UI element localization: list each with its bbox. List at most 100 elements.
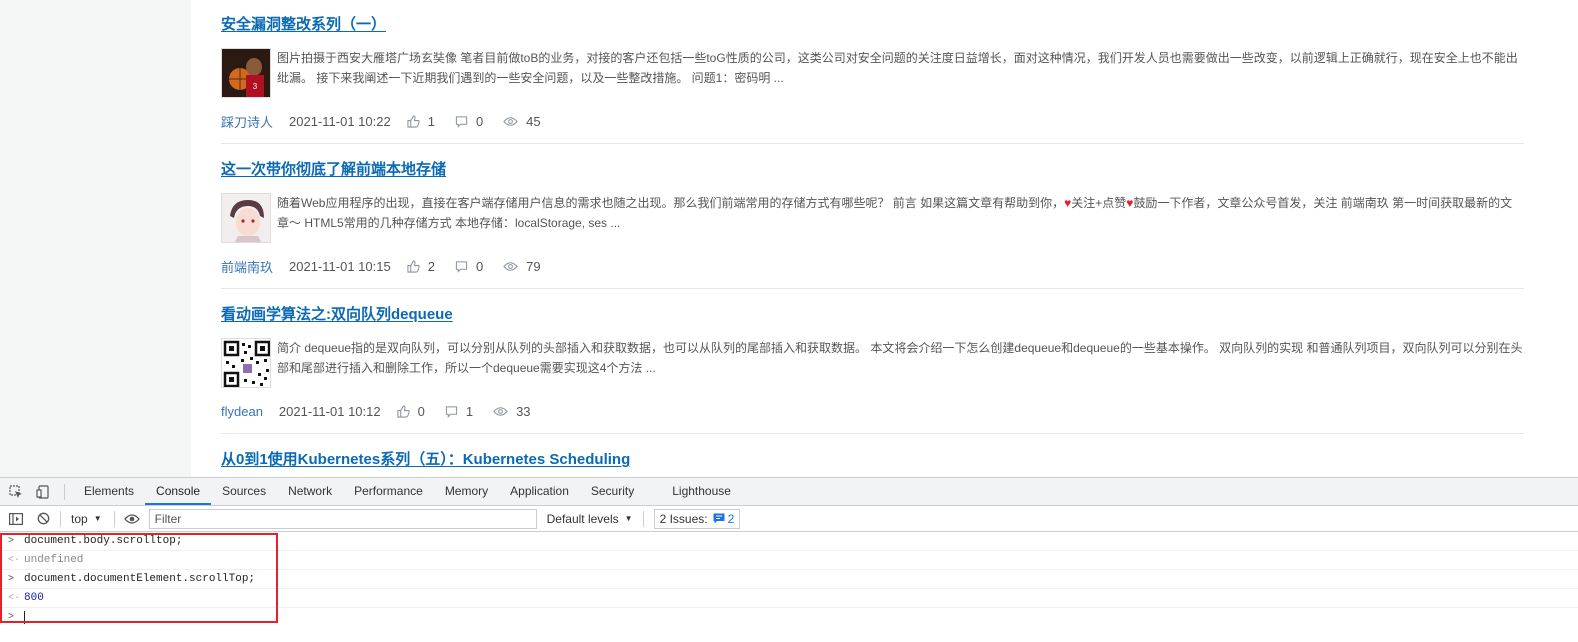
- issues-count: 2: [727, 511, 735, 526]
- console-result-text: 800: [24, 592, 44, 604]
- console-filter-input[interactable]: [148, 508, 537, 529]
- like-count[interactable]: 0: [397, 404, 425, 419]
- toolbar-divider: [642, 510, 644, 527]
- svg-text:3: 3: [253, 82, 258, 91]
- inspect-element-icon[interactable]: [5, 481, 27, 503]
- article-summary: 图片拍摄于西安大雁塔广场玄奘像 笔者目前做toB的业务，对接的客户还包括一些to…: [277, 51, 1518, 85]
- tab-elements[interactable]: Elements: [73, 478, 145, 505]
- article-meta: flydean 2021-11-01 10:12 0 1 33: [221, 389, 1524, 433]
- like-count[interactable]: 1: [407, 114, 435, 129]
- comment-icon: [445, 405, 457, 418]
- like-count-value: 0: [417, 403, 425, 419]
- devtools-panel: Elements Console Sources Network Perform…: [0, 477, 1578, 642]
- toolbar-divider: [113, 510, 115, 527]
- article-title[interactable]: 看动画学算法之:双向队列dequeue: [221, 305, 453, 325]
- article-summary: 简介 dequeue指的是双向队列，可以分别从队列的头部插入和获取数据，也可以从…: [277, 341, 1523, 375]
- article-body: 简介 dequeue指的是双向队列，可以分别从队列的头部插入和获取数据，也可以从…: [221, 338, 1524, 389]
- device-toolbar-icon[interactable]: [32, 481, 54, 503]
- view-count-value: 33: [516, 403, 531, 419]
- publish-date: 2021-11-01 10:12: [278, 403, 381, 419]
- article-summary: 随着Web应用程序的出现，直接在客户端存储用户信息的需求也随之出现。那么我们前端…: [277, 193, 1524, 233]
- article-item: 看动画学算法之:双向队列dequeue 简介 dequeue指的是双向队列，可以…: [221, 305, 1524, 434]
- dropdown-caret-icon: ▼: [93, 514, 102, 523]
- article-thumbnail[interactable]: 3: [221, 48, 271, 98]
- article-title[interactable]: 安全漏洞整改系列（一）: [221, 15, 386, 35]
- prompt-chevron-icon: >: [8, 612, 15, 623]
- article-thumbnail[interactable]: [221, 193, 271, 243]
- view-count-value: 79: [526, 258, 541, 274]
- eye-icon: [493, 406, 508, 416]
- publish-date: 2021-11-01 10:22: [289, 113, 391, 129]
- eye-icon: [503, 261, 518, 271]
- tab-application[interactable]: Application: [499, 478, 580, 505]
- eye-icon: [503, 116, 518, 126]
- thumbs-up-icon: [397, 404, 410, 418]
- tab-console[interactable]: Console: [145, 478, 212, 505]
- view-count: 45: [503, 113, 541, 129]
- comment-count[interactable]: 0: [455, 259, 483, 274]
- like-count-value: 2: [427, 258, 435, 274]
- summary-text-part: 随着Web应用程序的出现，直接在客户端存储用户信息的需求也随之出现。那么我们前端…: [277, 196, 1065, 210]
- article-body: 3 图片拍摄于西安大雁塔广场玄奘像 笔者目前做toB的业务，对接的客户还包括一些…: [221, 48, 1524, 99]
- view-count: 79: [503, 258, 541, 274]
- comment-count-value: 1: [465, 403, 474, 419]
- summary-text-part: 关注+点赞: [1071, 196, 1127, 210]
- issues-button[interactable]: 2 Issues: 2: [653, 508, 741, 529]
- comment-count[interactable]: 1: [445, 404, 473, 419]
- comment-count-value: 0: [475, 258, 484, 274]
- devtools-tabbar: Elements Console Sources Network Perform…: [0, 478, 1578, 506]
- console-output[interactable]: > document.body.scrolltop; <· undefined …: [0, 532, 1578, 627]
- text-cursor: [24, 611, 25, 624]
- article-feed: 安全漏洞整改系列（一） 3 图片拍摄于西安大雁塔广场玄奘像 笔者目前做toB的业…: [191, 0, 1578, 477]
- article-item: 从0到1使用Kubernetes系列（五）：Kubernetes Schedul…: [221, 450, 1524, 470]
- tab-lighthouse[interactable]: Lighthouse: [661, 478, 742, 505]
- console-input-line: > document.body.scrolltop;: [0, 532, 1578, 551]
- qr-code-image: [222, 339, 270, 387]
- thumbs-up-icon: [407, 114, 420, 128]
- log-levels-label: Default levels: [546, 511, 619, 526]
- issue-message-icon: [713, 513, 725, 524]
- context-selector[interactable]: top ▼: [65, 509, 108, 529]
- article-thumbnail[interactable]: [221, 338, 271, 388]
- console-input-line: > document.documentElement.scrollTop;: [0, 570, 1578, 589]
- article-meta: 前端南玖 2021-11-01 10:15 2 0 79: [221, 244, 1524, 288]
- view-count-value: 45: [526, 113, 541, 129]
- issues-label: 2 Issues:: [659, 511, 708, 526]
- author-link[interactable]: 前端南玖: [221, 257, 273, 276]
- toolbar-divider: [60, 510, 61, 527]
- console-command-text: document.documentElement.scrollTop;: [24, 573, 256, 585]
- article-body: 随着Web应用程序的出现，直接在客户端存储用户信息的需求也随之出现。那么我们前端…: [221, 193, 1524, 244]
- log-levels-dropdown[interactable]: Default levels ▼: [547, 512, 633, 526]
- sidebar-toggle-icon[interactable]: [5, 508, 27, 530]
- article-item: 这一次带你彻底了解前端本地存储 随着Web应用程序的出现，直接在客户端存储用户信…: [221, 160, 1524, 289]
- tab-performance[interactable]: Performance: [343, 478, 434, 505]
- console-result-text: undefined: [24, 554, 84, 566]
- prompt-chevron-icon: >: [8, 574, 15, 585]
- author-link[interactable]: flydean: [221, 404, 263, 419]
- dropdown-caret-icon: ▼: [624, 514, 633, 523]
- toolbar-divider: [64, 483, 65, 500]
- clear-console-icon[interactable]: [32, 508, 54, 530]
- live-expression-eye-icon[interactable]: [121, 508, 143, 530]
- console-result-line: <· 800: [0, 589, 1578, 608]
- console-command-text: document.body.scrolltop;: [24, 535, 183, 547]
- result-arrow-icon: <·: [8, 593, 21, 604]
- tab-security[interactable]: Security: [580, 478, 645, 505]
- console-result-line: <· undefined: [0, 551, 1578, 570]
- view-count: 33: [493, 403, 531, 419]
- tab-memory[interactable]: Memory: [434, 478, 499, 505]
- like-count-value: 1: [427, 113, 435, 129]
- prompt-chevron-icon: >: [8, 536, 15, 547]
- comment-count-value: 0: [475, 113, 484, 129]
- article-meta: 踩刀诗人 2021-11-01 10:22 1 0 45: [221, 99, 1524, 143]
- tab-network[interactable]: Network: [277, 478, 343, 505]
- comment-count[interactable]: 0: [455, 114, 483, 129]
- like-count[interactable]: 2: [407, 259, 435, 274]
- comment-icon: [455, 260, 468, 273]
- article-title[interactable]: 这一次带你彻底了解前端本地存储: [221, 160, 446, 180]
- author-link[interactable]: 踩刀诗人: [221, 112, 273, 131]
- tab-sources[interactable]: Sources: [211, 478, 277, 505]
- article-title[interactable]: 从0到1使用Kubernetes系列（五）：Kubernetes Schedul…: [221, 450, 630, 470]
- thumbs-up-icon: [407, 259, 420, 273]
- console-prompt-input[interactable]: >: [0, 608, 1578, 627]
